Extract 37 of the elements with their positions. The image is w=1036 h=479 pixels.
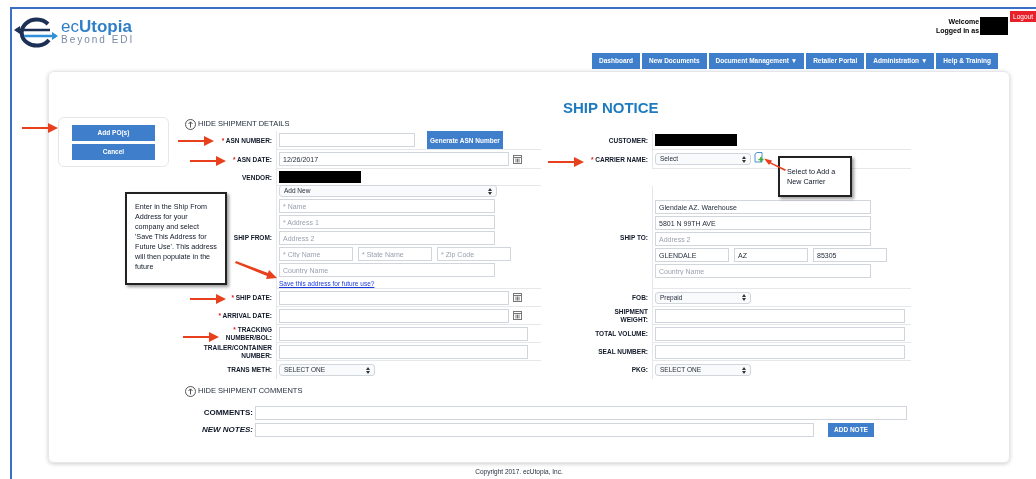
logo-name: ecUtopia: [61, 18, 133, 35]
date-field[interactable]: [279, 308, 509, 323]
pointer-arrow: [548, 157, 584, 167]
field-label: COMMENTS:: [202, 407, 254, 419]
text-field[interactable]: [279, 133, 415, 147]
redaction-bar: [980, 26, 1009, 35]
logo-icon: [14, 15, 58, 48]
add-document-icon[interactable]: [754, 151, 765, 163]
updown-caret-icon: [366, 366, 370, 374]
text-field[interactable]: [655, 326, 905, 341]
collapse-icon[interactable]: [185, 385, 196, 397]
text-field[interactable]: [655, 308, 905, 323]
calendar-icon[interactable]: [513, 311, 522, 320]
pointer-arrow: [22, 123, 58, 133]
comments-field[interactable]: [255, 406, 907, 420]
calendar-icon[interactable]: [513, 293, 522, 302]
text-field[interactable]: [655, 344, 905, 359]
updown-caret-icon: [488, 187, 492, 195]
calendar-icon[interactable]: [513, 154, 522, 164]
pointer-arrow: [190, 156, 226, 166]
updown-caret-icon: [742, 155, 746, 163]
field-label: NEW NOTES:: [200, 424, 254, 436]
pointer-arrow: [190, 294, 226, 304]
logo-tagline: Beyond EDI: [61, 35, 135, 45]
text-field[interactable]: [279, 326, 528, 341]
updown-caret-icon: [742, 366, 746, 374]
text-field[interactable]: [279, 344, 528, 359]
page-title: SHIP NOTICE: [562, 100, 660, 116]
pointer-arrow: [764, 158, 786, 171]
pointer-arrow: [235, 261, 277, 280]
redaction-bar: [980, 17, 1009, 26]
date-field[interactable]: [279, 290, 509, 305]
pointer-arrow: [183, 332, 219, 342]
collapse-icon[interactable]: [185, 118, 196, 130]
pointer-arrow: [178, 136, 214, 146]
updown-caret-icon: [742, 294, 746, 301]
notes-field[interactable]: [255, 423, 814, 437]
